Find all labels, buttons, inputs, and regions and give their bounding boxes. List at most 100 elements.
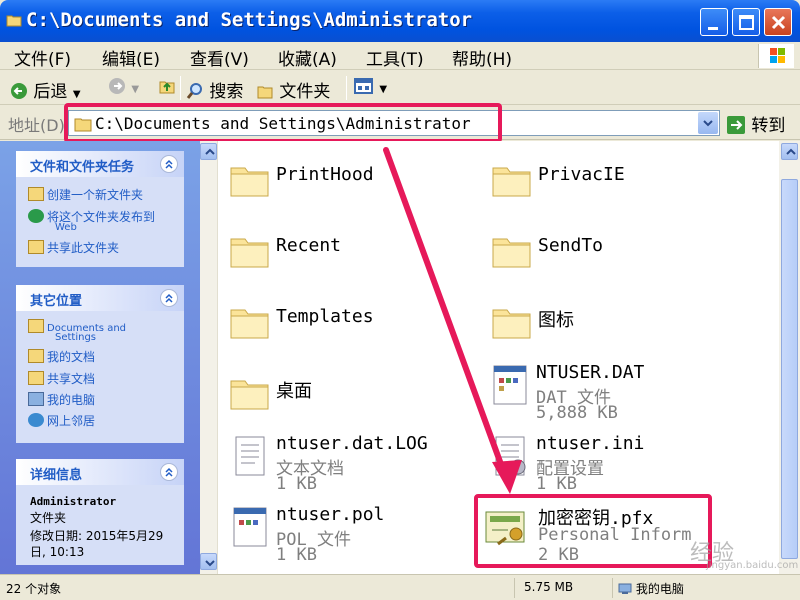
search-button[interactable]: 搜索 <box>186 77 243 102</box>
group-title: 详细信息 <box>30 468 83 483</box>
status-bar: 22 个对象 5.75 MB 我的电脑 <box>0 574 800 600</box>
scroll-up-button[interactable] <box>781 143 798 160</box>
group-header[interactable]: 其它位置 <box>16 285 184 311</box>
details-group: 详细信息 Administrator 文件夹 修改日期: 2015年5月29 日… <box>16 459 184 565</box>
file-name: PrivacIE <box>538 164 625 185</box>
go-arrow-icon <box>727 116 745 134</box>
search-icon <box>186 83 202 99</box>
file-folder-tasks-group: 文件和文件夹任务 创建一个新文件夹 将这个文件夹发布到 Web 共享此文件夹 <box>16 151 184 267</box>
menu-file[interactable]: 文件(F) <box>14 45 71 70</box>
folders-button[interactable]: 文件夹 <box>256 77 330 102</box>
folder-icon <box>28 319 44 333</box>
group-header[interactable]: 详细信息 <box>16 459 184 485</box>
my-documents-icon <box>28 349 44 363</box>
folder-icon <box>230 167 269 197</box>
maximize-icon <box>739 15 754 30</box>
task-publish-web-cont[interactable]: Web <box>55 222 77 233</box>
menu-edit[interactable]: 编辑(E) <box>102 45 160 70</box>
chevron-down-icon <box>205 560 215 567</box>
folders-label: 文件夹 <box>279 82 331 102</box>
globe-icon <box>28 209 44 223</box>
address-highlight-box <box>64 103 502 143</box>
pfx-highlight-box <box>474 494 712 568</box>
menu-favorites[interactable]: 收藏(A) <box>278 45 337 70</box>
system-file-icon <box>493 365 527 405</box>
minimize-icon <box>708 27 718 30</box>
close-icon <box>771 15 786 30</box>
go-button[interactable]: 转到 <box>726 111 785 136</box>
left-pane-scrollbar[interactable] <box>200 141 218 574</box>
group-title: 文件和文件夹任务 <box>30 160 135 175</box>
file-name: 桌面 <box>276 381 312 402</box>
address-dropdown-button[interactable] <box>698 112 718 134</box>
back-arrow-icon <box>11 83 27 99</box>
folder-icon <box>6 15 22 27</box>
views-icon <box>354 78 373 94</box>
scroll-down-button[interactable] <box>200 553 217 570</box>
place-documents-settings-cont[interactable]: Settings <box>55 332 96 343</box>
back-button[interactable]: 后退 ▼ <box>10 77 81 102</box>
menu-tools[interactable]: 工具(T) <box>366 45 424 70</box>
folder-icon <box>230 309 269 339</box>
up-button[interactable] <box>158 77 176 97</box>
computer-icon <box>618 583 632 594</box>
views-button[interactable]: ▼ <box>354 77 387 97</box>
file-size: 1 KB <box>276 474 317 494</box>
minimize-button[interactable] <box>700 8 728 36</box>
maximize-button[interactable] <box>732 8 760 36</box>
address-label: 地址(D) <box>8 116 65 135</box>
menu-view[interactable]: 查看(V) <box>190 45 249 70</box>
chevron-up-icon <box>786 148 796 155</box>
toolbar: 后退 ▼ ▼ 搜索 文件夹 ▼ <box>0 71 800 105</box>
details-modified: 修改日期: 2015年5月29 <box>30 529 164 543</box>
folder-icon <box>492 167 531 197</box>
config-file-icon <box>495 436 526 476</box>
place-shared-documents[interactable]: 共享文档 <box>28 370 95 387</box>
menu-bar: 文件(F) 编辑(E) 查看(V) 收藏(A) 工具(T) 帮助(H) <box>0 42 800 70</box>
file-name: ntuser.pol <box>276 504 385 525</box>
file-name: Recent <box>276 235 342 256</box>
folder-icon <box>492 238 531 268</box>
chevron-up-icon <box>205 148 215 155</box>
text-document-icon <box>235 436 265 476</box>
file-name: ntuser.ini <box>536 433 645 454</box>
network-icon <box>28 413 44 427</box>
folder-icon <box>230 238 269 268</box>
place-my-computer[interactable]: 我的电脑 <box>28 391 95 408</box>
menu-help[interactable]: 帮助(H) <box>452 45 512 70</box>
file-name: Templates <box>276 306 374 327</box>
scroll-up-button[interactable] <box>200 143 217 160</box>
place-network[interactable]: 网上邻居 <box>28 412 95 429</box>
details-name: Administrator <box>30 495 117 508</box>
close-button[interactable] <box>764 8 792 36</box>
forward-button[interactable]: ▼ <box>108 77 139 97</box>
forward-arrow-icon <box>109 78 125 94</box>
share-folder-icon <box>28 240 44 254</box>
collapse-icon[interactable] <box>160 463 178 481</box>
window-title: C:\Documents and Settings\Administrator <box>26 9 473 31</box>
watermark-url: jingyan.baidu.com <box>706 560 799 571</box>
group-header[interactable]: 文件和文件夹任务 <box>16 151 184 177</box>
folder-up-icon <box>159 81 175 94</box>
status-location: 我的电脑 <box>618 580 684 597</box>
new-folder-icon <box>28 187 44 201</box>
details-type: 文件夹 <box>30 511 67 525</box>
task-publish-web[interactable]: 将这个文件夹发布到 <box>28 208 155 225</box>
folder-icon <box>230 380 269 410</box>
collapse-icon[interactable] <box>160 155 178 173</box>
file-name: 图标 <box>538 310 574 331</box>
file-pane-scrollbar[interactable] <box>779 141 800 574</box>
go-label: 转到 <box>751 116 786 136</box>
task-share-folder[interactable]: 共享此文件夹 <box>28 239 119 256</box>
chevron-down-icon <box>703 120 713 127</box>
collapse-icon[interactable] <box>160 289 178 307</box>
task-new-folder[interactable]: 创建一个新文件夹 <box>28 186 143 203</box>
status-size: 5.75 MB <box>524 580 574 594</box>
scroll-thumb[interactable] <box>781 179 798 559</box>
file-name: ntuser.dat.LOG <box>276 433 428 454</box>
task-pane: 文件和文件夹任务 创建一个新文件夹 将这个文件夹发布到 Web 共享此文件夹 其… <box>0 141 200 574</box>
title-bar[interactable]: C:\Documents and Settings\Administrator <box>0 0 800 42</box>
place-my-documents[interactable]: 我的文档 <box>28 348 95 365</box>
folders-icon <box>257 86 273 99</box>
windows-logo-icon <box>758 44 794 68</box>
